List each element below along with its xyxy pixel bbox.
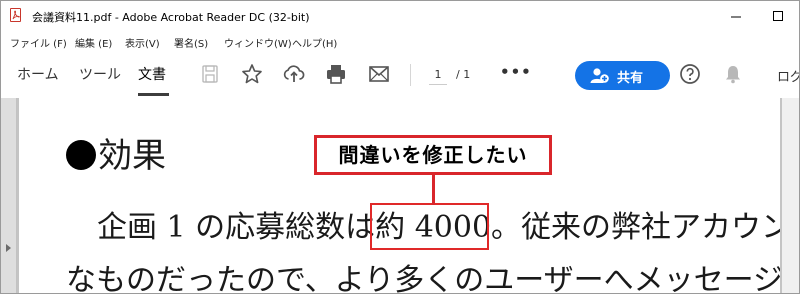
menu-file[interactable]: ファイル (F) bbox=[10, 35, 67, 50]
print-icon[interactable] bbox=[324, 62, 348, 86]
menu-sign[interactable]: 署名(S) bbox=[174, 35, 208, 50]
more-tools-button[interactable]: ••• bbox=[500, 63, 532, 81]
mail-icon[interactable] bbox=[367, 62, 391, 86]
callout-text: 間違いを修正したい bbox=[338, 143, 528, 167]
menu-edit[interactable]: 編集 (E) bbox=[75, 35, 112, 50]
acrobat-window: 会議資料11.pdf - Adobe Acrobat Reader DC (32… bbox=[0, 0, 800, 294]
line1-suffix: 従来の弊社アカウン bbox=[521, 210, 780, 245]
page-total: / 1 bbox=[456, 68, 471, 81]
vertical-scrollbar[interactable] bbox=[782, 98, 799, 293]
expand-arrow-icon bbox=[6, 244, 11, 252]
maximize-button[interactable] bbox=[769, 7, 787, 25]
tab-document[interactable]: 文書 bbox=[138, 64, 166, 84]
side-panel-toggle[interactable] bbox=[1, 98, 17, 293]
title-bar: 会議資料11.pdf - Adobe Acrobat Reader DC (32… bbox=[1, 1, 799, 31]
pdf-page: 効果 企画 1 の応募総数は約 4000。従来の弊社アカウン なものだったので、… bbox=[19, 98, 780, 293]
toolbar: ホーム ツール 文書 1 / 1 ••• 共有 ロ bbox=[1, 52, 799, 99]
page-number-input[interactable]: 1 bbox=[429, 66, 447, 85]
tab-tools[interactable]: ツール bbox=[79, 64, 121, 84]
cloud-upload-icon[interactable] bbox=[282, 62, 306, 86]
menu-view[interactable]: 表示(V) bbox=[125, 35, 160, 50]
login-link[interactable]: ログ bbox=[777, 66, 799, 85]
document-area: 効果 企画 1 の応募総数は約 4000。従来の弊社アカウン なものだったので、… bbox=[1, 98, 799, 293]
annotation-callout: 間違いを修正したい bbox=[314, 135, 552, 175]
star-icon[interactable] bbox=[240, 62, 264, 86]
share-button[interactable]: 共有 bbox=[575, 61, 670, 90]
notification-bell-icon[interactable] bbox=[721, 62, 745, 86]
highlight-box bbox=[370, 203, 489, 250]
pdf-file-icon bbox=[10, 8, 21, 22]
share-label: 共有 bbox=[617, 71, 644, 86]
window-title: 会議資料11.pdf - Adobe Acrobat Reader DC (32… bbox=[32, 11, 310, 24]
bullet-icon bbox=[66, 140, 96, 170]
tab-home[interactable]: ホーム bbox=[17, 64, 59, 84]
callout-connector bbox=[432, 175, 435, 205]
line1-prefix: 企画 1 の応募総数は bbox=[97, 210, 376, 245]
active-tab-indicator bbox=[138, 93, 169, 96]
toolbar-separator bbox=[410, 64, 411, 86]
save-icon[interactable] bbox=[198, 62, 222, 86]
menu-bar: ファイル (F) 編集 (E) 表示(V) 署名(S) ウィンドウ(W) ヘルプ… bbox=[1, 31, 799, 52]
body-line-2: なものだったので、より多くのユーザーへメッセージ bbox=[66, 263, 780, 293]
menu-window[interactable]: ウィンドウ(W) bbox=[224, 35, 292, 50]
add-user-icon bbox=[590, 67, 610, 88]
menu-help[interactable]: ヘルプ(H) bbox=[292, 35, 337, 50]
heading-text: 効果 bbox=[98, 136, 166, 176]
help-icon[interactable] bbox=[678, 62, 702, 86]
section-heading: 効果 bbox=[66, 128, 166, 177]
minimize-button[interactable] bbox=[727, 7, 745, 25]
